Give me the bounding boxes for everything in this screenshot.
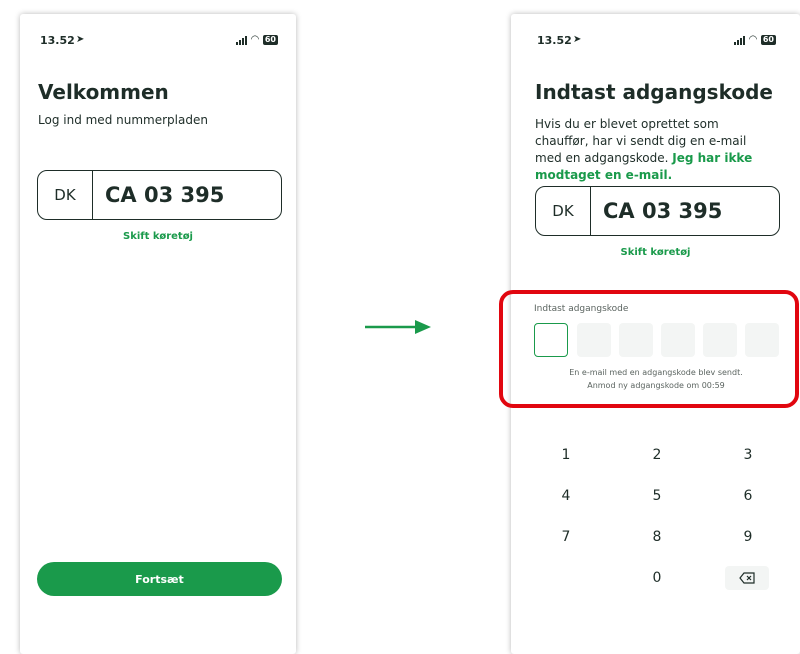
signal-icon [734, 35, 746, 45]
keypad-key-3[interactable]: 3 [728, 443, 768, 467]
license-plate-field[interactable]: DK CA 03 395 [535, 186, 780, 236]
page-title: Velkommen [38, 80, 169, 104]
change-vehicle-link[interactable]: Skift køretøj [20, 231, 296, 242]
signal-icon [236, 35, 248, 45]
location-arrow-icon: ➤ [573, 34, 582, 45]
keypad-key-0[interactable]: 0 [637, 566, 677, 590]
plate-country: DK [38, 171, 93, 219]
keypad-key-8[interactable]: 8 [637, 525, 677, 549]
right-arrow-icon [365, 320, 431, 334]
code-area-highlight [499, 290, 799, 408]
keypad-key-4[interactable]: 4 [546, 484, 586, 508]
keypad-key-9[interactable]: 9 [728, 525, 768, 549]
status-time: 13.52 [537, 34, 572, 47]
change-vehicle-link[interactable]: Skift køretøj [511, 247, 800, 258]
plate-country: DK [536, 187, 591, 235]
phone-screen-login: 13.52 ➤ ◠ 60 Velkommen Log ind med numme… [20, 14, 296, 654]
continue-button[interactable]: Fortsæt [37, 562, 282, 596]
page-description: Hvis du er blevet oprettet som chauffør,… [535, 116, 765, 184]
keypad-key-6[interactable]: 6 [728, 484, 768, 508]
status-time: 13.52 [40, 34, 75, 47]
plate-number: CA 03 395 [105, 183, 225, 207]
page-title: Indtast adgangskode [535, 80, 773, 104]
keypad-key-7[interactable]: 7 [546, 525, 586, 549]
license-plate-field[interactable]: DK CA 03 395 [37, 170, 282, 220]
battery-icon: 60 [760, 34, 776, 45]
keypad-key-1[interactable]: 1 [546, 443, 586, 467]
plate-number: CA 03 395 [603, 199, 723, 223]
keypad-key-2[interactable]: 2 [637, 443, 677, 467]
keypad-backspace[interactable] [725, 566, 769, 590]
wifi-icon: ◠ [749, 34, 757, 45]
status-bar: 13.52 ➤ ◠ 60 [511, 34, 800, 50]
backspace-icon [739, 572, 755, 584]
battery-icon: 60 [262, 34, 278, 45]
page-subtitle: Log ind med nummerpladen [38, 113, 208, 127]
keypad-key-5[interactable]: 5 [637, 484, 677, 508]
location-arrow-icon: ➤ [76, 34, 85, 45]
status-bar: 13.52 ➤ ◠ 60 [20, 34, 296, 50]
wifi-icon: ◠ [251, 34, 259, 45]
